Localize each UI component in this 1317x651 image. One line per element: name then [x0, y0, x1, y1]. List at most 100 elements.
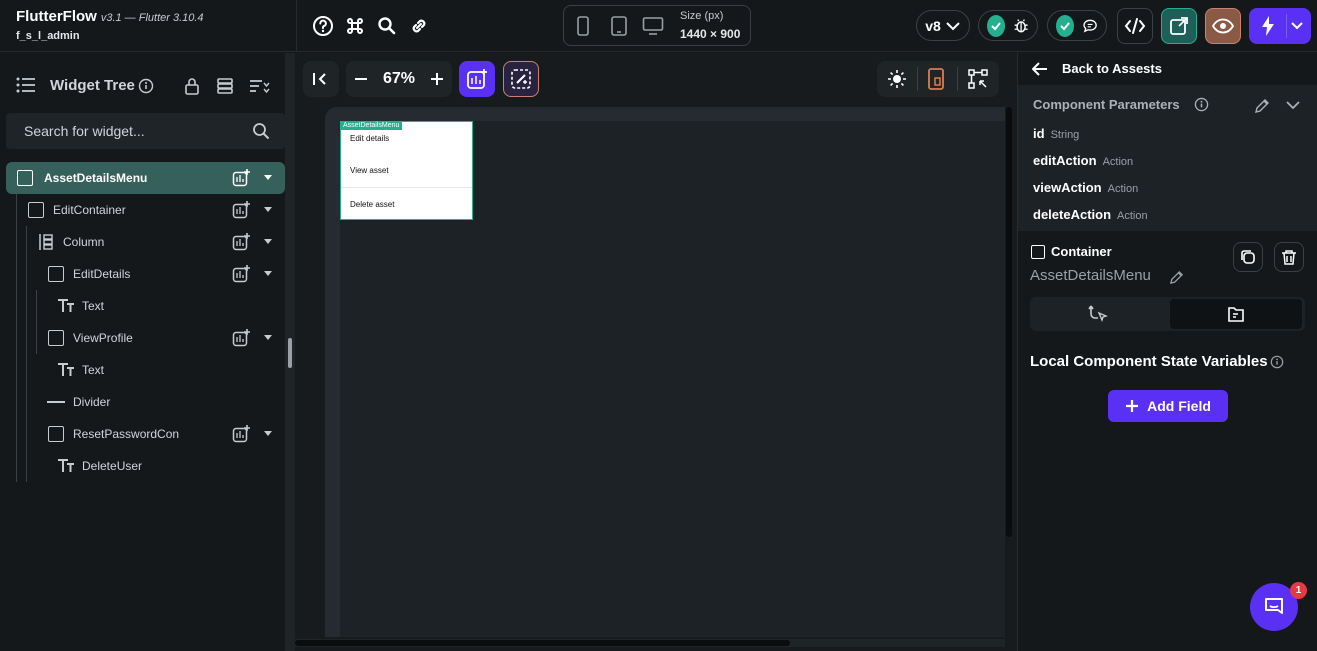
tree-node-delete-user[interactable]: DeleteUser — [0, 450, 285, 482]
project-name[interactable]: f_s_l_admin — [16, 30, 204, 42]
ai-gen-button[interactable] — [503, 61, 539, 97]
param-view-action[interactable]: viewAction Action — [1033, 180, 1138, 195]
brand: FlutterFlow v3.1 — Flutter 3.10.4 f_s_l_a… — [16, 8, 204, 42]
run-button[interactable] — [1249, 8, 1311, 44]
asset-details-menu-preview[interactable]: AssetDetailsMenu Edit details View asset… — [340, 121, 473, 220]
tree-node-reset-password-con[interactable]: ResetPasswordCon — [0, 418, 285, 450]
chevron-down-icon[interactable] — [264, 207, 272, 212]
chevron-down-icon[interactable] — [1291, 22, 1303, 30]
back-button[interactable]: Back to Assests — [1018, 53, 1317, 85]
tree-node-view-profile[interactable]: ViewProfile — [0, 322, 285, 354]
add-child-icon[interactable] — [232, 201, 250, 219]
info-icon[interactable] — [138, 78, 154, 94]
plus-icon[interactable] — [430, 72, 444, 86]
tree-node-text[interactable]: Text — [0, 354, 285, 386]
tree-node-edit-container[interactable]: EditContainer — [0, 194, 285, 226]
code-icon — [1124, 18, 1146, 34]
debug-status-button[interactable] — [978, 10, 1038, 41]
info-icon[interactable] — [1194, 97, 1209, 112]
zoom-level[interactable]: 67% — [383, 70, 415, 88]
phone-icon[interactable] — [572, 15, 594, 37]
add-field-button[interactable]: Add Field — [1108, 390, 1228, 422]
select-tool-icon[interactable] — [968, 69, 988, 89]
scroll-thumb[interactable] — [295, 640, 790, 646]
add-child-icon[interactable] — [232, 169, 250, 187]
minus-icon[interactable] — [354, 72, 368, 86]
scroll-thumb[interactable] — [1006, 107, 1012, 537]
add-child-icon[interactable] — [232, 233, 250, 251]
menu-item-view[interactable]: View asset — [350, 166, 389, 175]
canvas-options — [877, 61, 999, 97]
tablet-icon[interactable] — [608, 15, 630, 37]
param-edit-action[interactable]: editAction Action — [1033, 153, 1133, 168]
info-icon[interactable] — [1270, 355, 1284, 369]
add-widget-button[interactable] — [459, 61, 495, 97]
param-type: Action — [1107, 183, 1139, 195]
divider — [957, 67, 958, 91]
param-delete-action[interactable]: deleteAction Action — [1033, 207, 1148, 222]
panel-splitter[interactable] — [285, 53, 295, 651]
device-frame-icon[interactable] — [927, 68, 945, 90]
sun-icon[interactable] — [887, 69, 907, 89]
pencil-icon[interactable] — [1169, 270, 1184, 285]
tree-node-edit-details[interactable]: EditDetails — [0, 258, 285, 290]
splitter-handle[interactable] — [288, 338, 292, 368]
tab-properties[interactable] — [1170, 299, 1302, 329]
size-value[interactable]: 1440 × 900 — [680, 27, 740, 41]
check-icon — [987, 14, 1005, 37]
divider — [341, 187, 472, 188]
duplicate-button[interactable] — [1233, 242, 1263, 272]
tree-node-label: ViewProfile — [73, 331, 133, 345]
divider — [917, 67, 918, 91]
collapse-panel-button[interactable] — [303, 61, 339, 97]
tree-node-asset-details-menu[interactable]: AssetDetailsMenu — [6, 162, 285, 194]
add-child-icon[interactable] — [232, 265, 250, 283]
menu-item-edit[interactable]: Edit details — [350, 134, 389, 143]
sort-icon[interactable] — [248, 77, 270, 95]
vertical-scrollbar[interactable] — [1005, 107, 1013, 537]
add-child-icon[interactable] — [232, 329, 250, 347]
param-id[interactable]: id String — [1033, 126, 1079, 141]
chevron-down-icon[interactable] — [264, 335, 272, 340]
tree-node-label: Divider — [73, 395, 111, 409]
param-type: String — [1050, 129, 1080, 141]
tree-node-divider[interactable]: Divider — [0, 386, 285, 418]
device-selector: Size (px) 1440 × 900 — [563, 5, 751, 46]
link-icon[interactable] — [406, 13, 432, 39]
pencil-icon[interactable] — [1254, 98, 1270, 114]
search-icon[interactable] — [374, 13, 400, 39]
chevron-down-icon[interactable] — [264, 271, 272, 276]
tree-node-label: AssetDetailsMenu — [44, 171, 148, 185]
zoom-control: 67% — [346, 61, 452, 97]
share-button[interactable] — [1161, 8, 1197, 44]
desktop-icon[interactable] — [642, 15, 664, 37]
size-label: Size (px) — [680, 10, 724, 22]
comments-status-button[interactable] — [1047, 10, 1107, 41]
tree-node-text[interactable]: Text — [0, 290, 285, 322]
param-name: id — [1033, 126, 1045, 141]
lock-icon[interactable] — [184, 77, 200, 95]
chevron-down-icon[interactable] — [1286, 100, 1300, 110]
add-child-icon[interactable] — [232, 425, 250, 443]
widget-search-input[interactable]: Search for widget... — [24, 123, 145, 139]
preview-button[interactable] — [1205, 8, 1241, 44]
chevron-down-icon[interactable] — [264, 431, 272, 436]
panel-tabs — [1030, 297, 1305, 331]
chevron-down-icon[interactable] — [264, 239, 272, 244]
delete-button[interactable] — [1274, 242, 1304, 272]
view-code-button[interactable] — [1117, 8, 1153, 44]
version-label: v8 — [925, 17, 941, 34]
help-icon[interactable] — [310, 13, 336, 39]
add-field-label: Add Field — [1147, 398, 1211, 414]
widget-search[interactable]: Search for widget... — [6, 113, 285, 149]
version-button[interactable]: v8 — [916, 10, 970, 41]
horizontal-scrollbar[interactable] — [295, 639, 1005, 647]
command-icon[interactable] — [342, 13, 368, 39]
chevron-down-icon[interactable] — [264, 175, 272, 180]
actions-tab-icon[interactable] — [1087, 303, 1109, 325]
tree-node-column[interactable]: Column — [0, 226, 285, 258]
add-widget-icon — [467, 69, 487, 89]
menu-item-delete[interactable]: Delete asset — [350, 200, 394, 209]
collapse-left-icon — [313, 73, 326, 85]
stack-icon[interactable] — [216, 77, 234, 95]
